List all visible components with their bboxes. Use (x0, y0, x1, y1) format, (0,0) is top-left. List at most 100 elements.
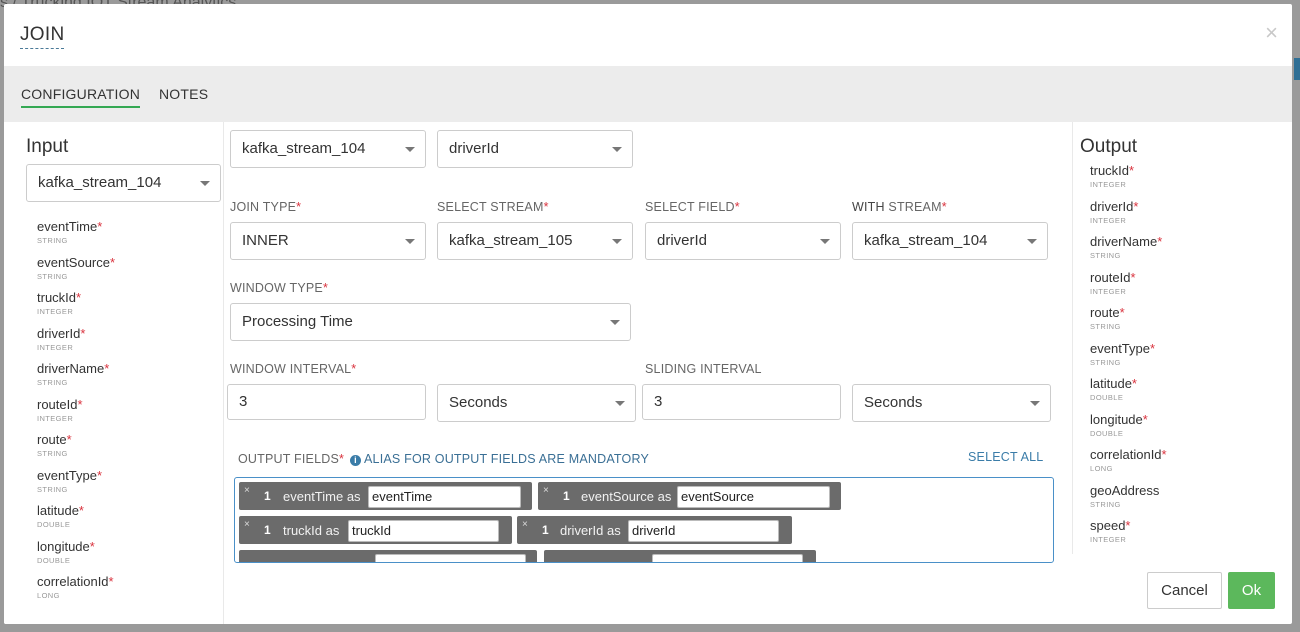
field-item: speed* INTEGER (1090, 519, 1167, 555)
tab-notes[interactable]: NOTES (159, 86, 208, 102)
window-type-select[interactable]: Processing Time (230, 303, 631, 341)
field-name: longitude* (37, 538, 95, 554)
field-type: DOUBLE (37, 555, 71, 565)
tag-stream-number: 1 (264, 523, 271, 537)
sliding-interval-unit-select[interactable]: Seconds (852, 384, 1051, 422)
select-stream-select[interactable]: kafka_stream_105 (437, 222, 633, 260)
output-field-tag: × 1 truckId as truckId (239, 516, 512, 544)
field-item: routeId* INTEGER (1090, 269, 1167, 307)
field-name: driverName* (1090, 234, 1163, 249)
field-type: INTEGER (1090, 215, 1127, 225)
remove-tag-icon[interactable]: × (543, 485, 549, 496)
field-item: eventType* STRING (37, 468, 115, 505)
window-type-value: Processing Time (242, 313, 353, 330)
from-field-select[interactable]: driverId (437, 130, 633, 168)
field-type: DOUBLE (37, 520, 71, 529)
join-config-panel: kafka_stream_104 driverId JOIN TYPE* SEL… (224, 122, 1072, 563)
sliding-interval-label: SLIDING INTERVAL (645, 362, 762, 376)
tag-stream-number: 1 (264, 489, 271, 503)
output-field-list: truckId* INTEGER driverId* INTEGER driverNam… (1090, 164, 1167, 555)
tag-alias-input[interactable]: driverId (628, 520, 779, 542)
cancel-button[interactable]: Cancel (1147, 572, 1222, 609)
field-name: routeId* (1090, 269, 1136, 285)
tag-field-name: truckId as (283, 523, 340, 538)
select-all-link[interactable]: SELECT ALL (968, 450, 1043, 464)
field-type: STRING (37, 449, 68, 458)
field-item: correlationId* LONG (37, 575, 115, 611)
chevron-down-icon (1027, 239, 1037, 244)
field-item: driverName* STRING (1090, 235, 1167, 271)
with-stream-select[interactable]: kafka_stream_104 (852, 222, 1048, 260)
field-item: longitude* DOUBLE (1090, 412, 1167, 449)
alias-note: i ALIAS FOR OUTPUT FIELDS ARE MANDATORY (350, 452, 649, 466)
select-field-select[interactable]: driverId (645, 222, 841, 260)
tag-alias-input[interactable]: eventTime (368, 486, 521, 508)
field-name: truckId* (1090, 163, 1135, 178)
ok-button[interactable]: Ok (1228, 572, 1275, 609)
chevron-down-icon (612, 239, 622, 244)
field-name: geoAddress (1090, 482, 1160, 498)
input-heading: Input (26, 136, 69, 157)
field-name: driverId* (37, 325, 86, 341)
from-stream-select[interactable]: kafka_stream_104 (230, 130, 426, 168)
field-type: STRING (37, 271, 68, 281)
tag-field-name: eventTime as (283, 489, 361, 504)
output-field-tag: × 1 eventSource as eventSource (538, 482, 841, 510)
tag-alias-input[interactable]: eventSource (677, 486, 830, 508)
tag-alias-input[interactable] (375, 554, 526, 562)
tag-alias-input[interactable]: truckId (348, 520, 499, 542)
window-interval-unit-select[interactable]: Seconds (437, 384, 636, 422)
field-item: driverId* INTEGER (37, 325, 115, 363)
field-type: DOUBLE (1090, 428, 1124, 438)
remove-tag-icon[interactable]: × (244, 519, 250, 530)
with-stream-label: WITH STREAM* (852, 200, 947, 214)
select-field-label: SELECT FIELD* (645, 200, 740, 214)
join-type-label: JOIN TYPE* (230, 200, 302, 214)
sliding-interval-unit-value: Seconds (864, 394, 923, 411)
output-fields-box[interactable]: × 1 eventTime as eventTime × 1 eventSour… (234, 477, 1054, 563)
chevron-down-icon (610, 320, 620, 325)
field-type: INTEGER (37, 307, 74, 316)
remove-tag-icon[interactable]: × (244, 485, 250, 496)
field-name: driverId* (1090, 198, 1139, 214)
output-heading: Output (1080, 136, 1138, 157)
input-field-list: eventTime* STRING eventSource* STRING truckI… (37, 220, 115, 611)
field-item: eventSource* STRING (37, 254, 116, 292)
field-type: DOUBLE (1090, 393, 1124, 402)
field-type: LONG (37, 591, 60, 600)
close-icon[interactable]: × (1265, 20, 1278, 46)
field-name: eventSource* (37, 254, 116, 270)
modal-title[interactable]: JOIN (20, 24, 65, 49)
input-stream-select[interactable]: kafka_stream_104 (26, 164, 221, 202)
field-type: STRING (37, 236, 68, 245)
field-item: eventTime* STRING (37, 220, 115, 256)
field-name: driverName* (37, 361, 110, 376)
output-field-tag: × 1 eventTime as eventTime (239, 482, 532, 510)
input-stream-value: kafka_stream_104 (38, 174, 162, 191)
field-type: LONG (1090, 464, 1113, 473)
remove-tag-icon[interactable]: × (522, 519, 528, 530)
output-field-tag-partial (239, 550, 537, 562)
tab-configuration[interactable]: CONFIGURATION (21, 86, 141, 108)
window-interval-label: WINDOW INTERVAL* (230, 362, 357, 376)
output-panel: Output truckId* INTEGER driverId* INTEGER dr… (1072, 122, 1292, 554)
join-type-select[interactable]: INNER (230, 222, 426, 260)
info-icon: i (350, 455, 361, 466)
window-interval-input[interactable]: 3 (227, 384, 426, 420)
field-name: truckId* (37, 290, 82, 305)
field-item: truckId* INTEGER (37, 291, 115, 327)
join-type-value: INNER (242, 232, 289, 249)
select-stream-value: kafka_stream_105 (449, 232, 573, 249)
window-type-label: WINDOW TYPE* (230, 281, 329, 295)
field-name: correlationId* (37, 574, 114, 589)
sliding-interval-input[interactable]: 3 (642, 384, 841, 420)
chevron-down-icon (405, 239, 415, 244)
tab-bar: CONFIGURATION NOTES (4, 66, 1292, 122)
select-stream-label: SELECT STREAM* (437, 200, 549, 214)
field-item: latitude* DOUBLE (37, 504, 115, 540)
field-type: INTEGER (1090, 286, 1127, 296)
tag-alias-input[interactable] (652, 554, 803, 562)
field-item: correlationId* LONG (1090, 448, 1167, 484)
field-item: route* STRING (1090, 306, 1167, 342)
field-name: latitude* (37, 503, 84, 518)
